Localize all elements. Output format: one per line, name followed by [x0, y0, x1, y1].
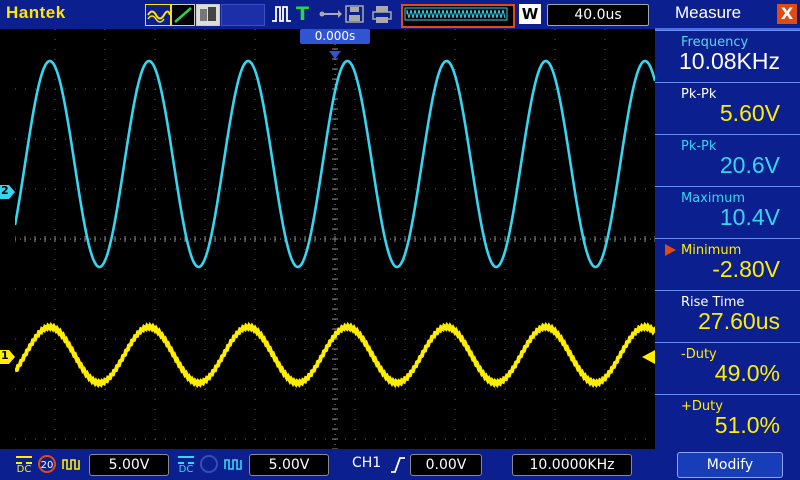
selected-arrow-icon	[665, 244, 676, 256]
measure-panel: Measure X Frequency 10.08KHz Pk-Pk 5.60V Pk-…	[655, 0, 800, 480]
measurement-item[interactable]: Maximum 10.4V	[655, 186, 800, 238]
measurement-item[interactable]: Rise Time 27.60us	[655, 290, 800, 342]
measurement-label: Pk-Pk	[681, 139, 717, 154]
ch2-marker-label: 2	[1, 184, 9, 197]
top-toolbar: Hantek T W 40.0us	[0, 0, 655, 29]
memory-depth-icon	[401, 4, 515, 28]
measurement-item[interactable]: +Duty 51.0%	[655, 394, 800, 446]
measurement-value: 49.0%	[714, 360, 780, 386]
ch2-probe-icon	[224, 456, 244, 472]
ch2-coupling-label: DC	[178, 464, 194, 475]
measurement-item[interactable]: Pk-Pk 5.60V	[655, 82, 800, 134]
measurement-value: 10.4V	[719, 204, 780, 230]
measurement-item[interactable]: Pk-Pk 20.6V	[655, 134, 800, 186]
measurement-item[interactable]: Frequency 10.08KHz	[655, 30, 800, 82]
ch1-probe-icon	[62, 456, 82, 472]
rising-edge-icon	[390, 456, 406, 474]
status-slot	[221, 4, 265, 26]
waveform-canvas	[13, 28, 657, 450]
trigger-mode-icon: T	[296, 3, 309, 25]
measurement-value: 51.0%	[714, 412, 780, 438]
line-mode-icon[interactable]	[171, 4, 195, 26]
ch1-volts-div[interactable]: 5.00V	[89, 454, 169, 476]
save-icon[interactable]	[345, 4, 365, 24]
waveform-display	[13, 28, 657, 450]
measurement-value: 27.60us	[698, 308, 780, 334]
modify-button[interactable]: Modify	[677, 452, 783, 478]
ch1-bandwidth-limit-icon[interactable]: 20	[38, 455, 56, 473]
persistence-icon[interactable]	[196, 4, 220, 26]
trigger-level[interactable]: 0.00V	[410, 454, 482, 476]
waveform-mode-icon[interactable]	[145, 4, 171, 26]
measure-panel-title: Measure	[675, 3, 742, 22]
w-indicator: W	[519, 4, 541, 24]
trigger-position-value: 0.000s	[314, 29, 356, 43]
measurement-item[interactable]: Minimum -2.80V	[655, 238, 800, 290]
measurement-value: -2.80V	[712, 256, 780, 282]
ch1-ground-marker: 1	[0, 349, 15, 364]
ch2-volts-div[interactable]: 5.00V	[249, 454, 329, 476]
measurement-item[interactable]: -Duty 49.0%	[655, 342, 800, 394]
ch1-bandwidth-label: 20	[40, 460, 54, 471]
ch1-coupling-icon[interactable]: DC	[14, 453, 34, 475]
trigger-pulse-icon	[270, 4, 292, 24]
usb-icon	[318, 4, 342, 24]
bottom-status-bar: DC 20 5.00V DC 5.00V CH1 0.00V 10.0000KH…	[0, 449, 655, 480]
close-button[interactable]: X	[777, 4, 797, 24]
ch1-marker-label: 1	[1, 349, 9, 362]
ch1-coupling-label: DC	[16, 464, 32, 475]
ch2-bandwidth-limit-icon[interactable]	[200, 455, 218, 473]
measurement-label: -Duty	[681, 347, 717, 362]
timebase-readout[interactable]: 40.0us	[547, 4, 649, 26]
trigger-position-label: 0.000s	[300, 29, 370, 44]
brand-logo: Hantek	[6, 3, 66, 22]
print-icon[interactable]	[371, 4, 393, 24]
ch2-coupling-icon[interactable]: DC	[176, 453, 196, 475]
measurement-value: 10.08KHz	[678, 48, 780, 74]
trigger-position-arrow	[329, 44, 341, 59]
measure-panel-header: Measure X	[655, 0, 800, 30]
ch2-ground-marker: 2	[0, 184, 15, 199]
trigger-level-marker	[642, 349, 655, 364]
measurement-value: 5.60V	[719, 100, 780, 126]
frequency-counter: 10.0000KHz	[512, 454, 632, 476]
measurement-label: Pk-Pk	[681, 87, 717, 102]
measurement-value: 20.6V	[719, 152, 780, 178]
trigger-source-label: CH1	[352, 455, 382, 471]
